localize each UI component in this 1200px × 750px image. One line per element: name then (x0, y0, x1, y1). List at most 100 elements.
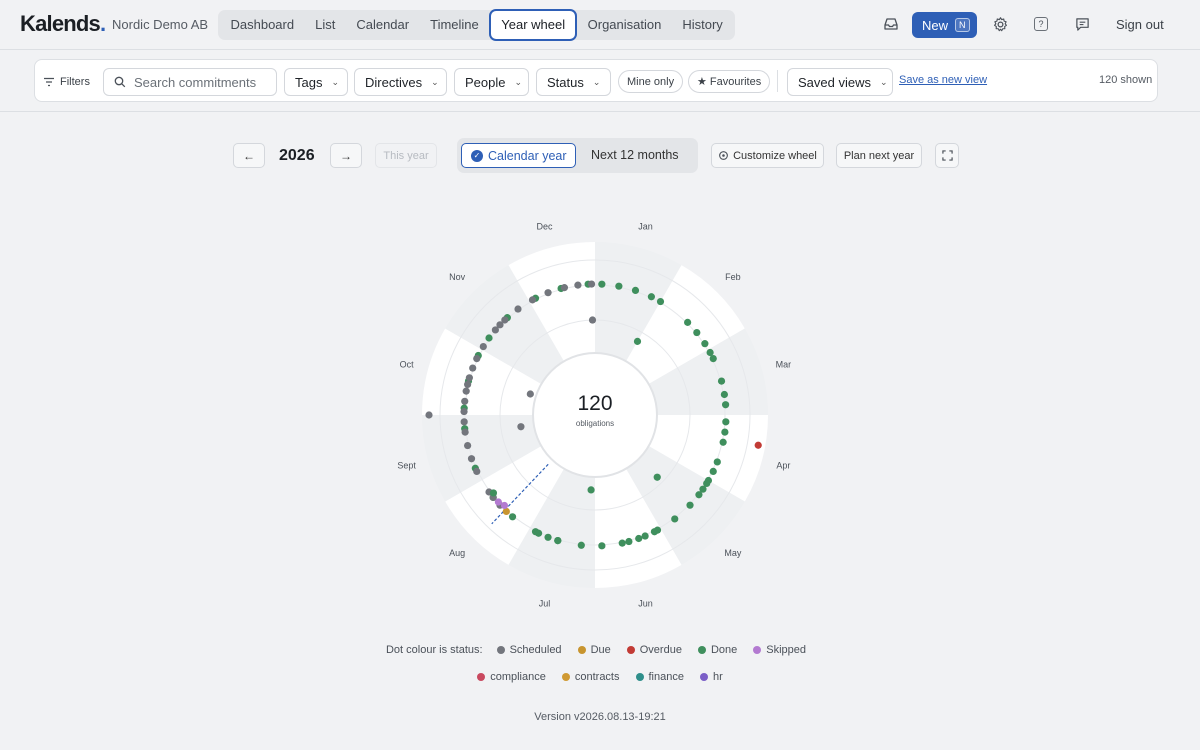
obligation-dot[interactable] (618, 539, 626, 547)
tab-list[interactable]: List (305, 10, 346, 40)
obligation-dot[interactable] (717, 377, 726, 385)
search-input[interactable]: Search commitments (103, 68, 277, 96)
obligation-dot[interactable] (514, 305, 522, 313)
legend-finance[interactable]: finance (635, 671, 684, 683)
obligation-dot[interactable] (701, 340, 709, 348)
obligation-dot[interactable] (461, 428, 469, 436)
tab-calendar[interactable]: Calendar (346, 10, 420, 40)
obligation-dot[interactable] (462, 387, 470, 395)
obligation-dot[interactable] (635, 534, 643, 543)
obligation-dot[interactable] (719, 438, 727, 446)
obligation-dot[interactable] (501, 316, 509, 324)
feedback-icon[interactable] (1072, 14, 1092, 34)
inbox-icon[interactable] (881, 14, 901, 34)
obligation-dot[interactable] (528, 296, 537, 304)
obligation-dot[interactable] (425, 411, 433, 419)
obligation-dot[interactable] (641, 532, 649, 540)
obligation-dot[interactable] (631, 286, 640, 295)
saved-views-dropdown[interactable]: Saved views ⌄ (787, 68, 893, 96)
obligation-dot[interactable] (464, 380, 472, 389)
filters-toggle[interactable]: Filters (43, 68, 105, 96)
obligation-dot[interactable] (544, 533, 552, 541)
obligation-dot[interactable] (473, 467, 481, 475)
obligation-dot[interactable] (544, 289, 552, 297)
tags-dropdown[interactable]: Tags ⌄ (284, 68, 348, 96)
obligation-dot[interactable] (650, 528, 659, 536)
fullscreen-icon[interactable] (935, 143, 959, 168)
people-dropdown[interactable]: People ⌄ (454, 68, 529, 96)
obligation-dot[interactable] (517, 423, 525, 431)
new-button[interactable]: New N (912, 12, 977, 38)
obligation-dot[interactable] (598, 542, 606, 550)
obligation-dot[interactable] (500, 501, 509, 510)
obligation-dot[interactable] (464, 441, 472, 450)
tab-year-wheel[interactable]: Year wheel (489, 9, 578, 41)
obligation-dot[interactable] (560, 284, 569, 292)
legend-contracts[interactable]: contracts (561, 671, 620, 683)
help-icon[interactable]: ? (1031, 14, 1051, 34)
legend-hr[interactable]: hr (699, 671, 723, 683)
obligation-dot[interactable] (469, 364, 477, 372)
obligation-dot[interactable] (693, 328, 701, 337)
obligation-dot[interactable] (485, 334, 493, 342)
tab-history[interactable]: History (672, 10, 733, 40)
obligation-dot[interactable] (633, 337, 642, 345)
obligation-dot[interactable] (625, 537, 633, 546)
previous-year-button[interactable]: ← (233, 143, 265, 168)
obligation-dot[interactable] (526, 390, 534, 398)
obligation-dot[interactable] (721, 428, 729, 436)
next-12-months-option[interactable]: Next 12 months (591, 148, 679, 162)
obligation-dot[interactable] (653, 473, 661, 481)
status-dropdown[interactable]: Status ⌄ (536, 68, 611, 96)
this-year-button[interactable]: This year (375, 143, 437, 168)
favourites-chip[interactable]: ★ Favourites (688, 70, 771, 93)
obligation-dot[interactable] (467, 455, 476, 463)
obligation-dot[interactable] (722, 418, 730, 426)
obligation-dot[interactable] (460, 407, 468, 416)
plan-next-year-button[interactable]: Plan next year (836, 143, 922, 168)
obligation-dot[interactable] (709, 355, 717, 363)
obligation-dot[interactable] (535, 529, 543, 537)
next-year-button[interactable]: → (330, 143, 362, 168)
customize-wheel-button[interactable]: Customize wheel (711, 143, 824, 168)
obligation-dot[interactable] (713, 458, 721, 466)
tab-timeline[interactable]: Timeline (420, 10, 490, 40)
obligation-dot[interactable] (684, 318, 692, 326)
obligation-dot[interactable] (577, 541, 585, 549)
obligation-dot[interactable] (706, 348, 714, 357)
obligation-dot[interactable] (587, 280, 596, 288)
obligation-dot[interactable] (720, 390, 728, 399)
obligation-dot[interactable] (671, 515, 679, 523)
obligation-dot[interactable] (508, 513, 517, 521)
obligation-dot[interactable] (461, 397, 469, 405)
obligation-dot[interactable] (588, 316, 597, 324)
obligation-dot[interactable] (554, 537, 562, 545)
obligation-dot[interactable] (647, 293, 655, 301)
legend-compliance[interactable]: compliance (477, 671, 546, 683)
obligation-dot[interactable] (695, 491, 703, 499)
obligation-dot[interactable] (465, 374, 473, 382)
tab-dashboard[interactable]: Dashboard (220, 10, 305, 40)
obligation-dot[interactable] (709, 467, 717, 475)
save-as-new-view-link[interactable]: Save as new view (899, 74, 987, 86)
obligation-dot[interactable] (656, 297, 665, 306)
gear-icon[interactable] (990, 14, 1010, 34)
obligation-dot[interactable] (587, 486, 595, 494)
obligation-dot[interactable] (489, 489, 498, 497)
mine-only-chip[interactable]: Mine only (618, 70, 684, 93)
tab-organisation[interactable]: Organisation (577, 10, 672, 40)
obligation-dot[interactable] (598, 280, 606, 288)
obligation-dot[interactable] (686, 501, 694, 509)
sign-out-link[interactable]: Sign out (1116, 17, 1164, 32)
obligation-dot[interactable] (479, 342, 487, 351)
obligation-dot[interactable] (460, 418, 468, 426)
obligation-dot[interactable] (754, 441, 762, 449)
app-logo[interactable]: Kalends. (20, 11, 106, 37)
obligation-dot[interactable] (494, 498, 502, 506)
obligation-dot[interactable] (721, 401, 730, 409)
obligation-dot[interactable] (615, 282, 623, 290)
obligation-dot[interactable] (473, 355, 481, 363)
directives-dropdown[interactable]: Directives ⌄ (354, 68, 447, 96)
obligation-dot[interactable] (574, 281, 582, 289)
calendar-year-option[interactable]: ✓ Calendar year (461, 143, 576, 168)
